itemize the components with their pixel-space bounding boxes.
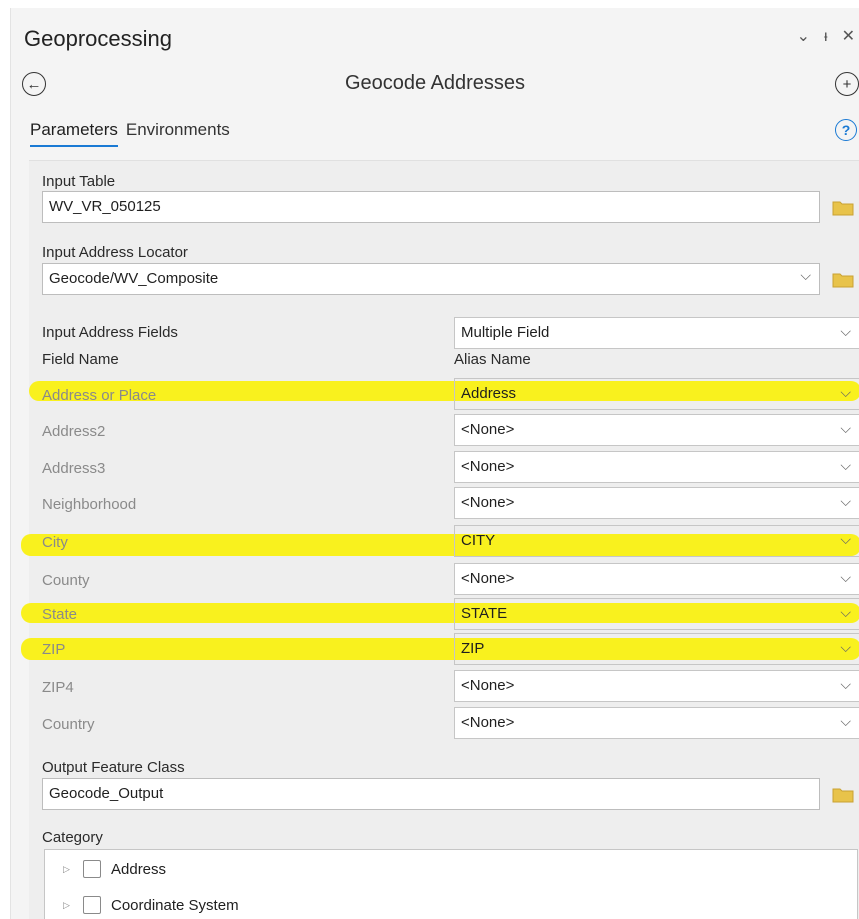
alias-value: Address: [461, 385, 517, 402]
alias-name-header: Alias Name: [454, 351, 531, 368]
tab-environments[interactable]: Environments: [126, 120, 230, 147]
field-name-county: County: [42, 572, 90, 589]
tab-bar: Parameters Environments: [30, 120, 230, 147]
alias-select-county[interactable]: <None> ⌵: [454, 563, 859, 595]
field-name-city: City: [42, 534, 68, 551]
field-name-address-or-place: Address or Place: [42, 387, 157, 404]
chevron-down-icon: ⌵: [840, 639, 851, 655]
locator-dropdown[interactable]: Geocode/WV_Composite: [42, 263, 820, 295]
input-table-field[interactable]: WV_VR_050125: [42, 191, 820, 223]
field-name-neighborhood: Neighborhood: [42, 496, 137, 513]
category-item-address[interactable]: ▷ Address: [63, 860, 166, 878]
browse-folder-icon[interactable]: [832, 272, 854, 288]
category-item-coordinate-system[interactable]: ▷ Coordinate System: [63, 896, 239, 914]
address-fields-value: Multiple Field: [461, 324, 550, 341]
chevron-down-icon: ⌵: [840, 323, 851, 339]
expand-triangle-icon[interactable]: ▷: [63, 900, 73, 911]
pin-icon[interactable]: ᵻ: [824, 28, 828, 46]
alias-select-address[interactable]: Address ⌵: [454, 378, 859, 410]
window-controls: ⌄ ᵻ ✕: [797, 28, 855, 46]
checkbox[interactable]: [83, 896, 101, 914]
alias-select-address2[interactable]: <None> ⌵: [454, 414, 859, 446]
alias-value: <None>: [461, 458, 515, 475]
alias-select-zip4[interactable]: <None> ⌵: [454, 670, 859, 702]
alias-value: <None>: [461, 570, 515, 587]
chevron-down-icon: ⌵: [840, 713, 851, 729]
output-field[interactable]: Geocode_Output: [42, 778, 820, 810]
alias-value: <None>: [461, 714, 515, 731]
field-name-header: Field Name: [42, 351, 119, 368]
alias-value: STATE: [461, 605, 508, 622]
add-plus-icon[interactable]: +: [835, 72, 859, 96]
expand-triangle-icon[interactable]: ▷: [63, 864, 73, 875]
browse-folder-icon[interactable]: [832, 200, 854, 216]
tab-parameters[interactable]: Parameters: [30, 120, 118, 147]
category-list: ▷ Address ▷ Coordinate System: [44, 849, 858, 919]
browse-folder-icon[interactable]: [832, 787, 854, 803]
input-table-label: Input Table: [42, 173, 116, 190]
field-name-address2: Address2: [42, 423, 106, 440]
close-icon[interactable]: ✕: [842, 28, 855, 46]
alias-value: <None>: [461, 421, 515, 438]
chevron-down-icon: ⌵: [840, 604, 851, 620]
output-label: Output Feature Class: [42, 759, 185, 776]
address-fields-dropdown[interactable]: Multiple Field ⌵: [454, 317, 859, 349]
parameters-panel: Input Table WV_VR_050125 Input Address L…: [21, 160, 859, 919]
field-name-country: Country: [42, 716, 95, 733]
locator-label: Input Address Locator: [42, 244, 188, 261]
alias-value: CITY: [461, 532, 496, 549]
alias-value: ZIP: [461, 640, 485, 657]
tool-header: ← Geocode Addresses +: [11, 70, 859, 102]
field-name-zip4: ZIP4: [42, 679, 74, 696]
chevron-down-icon: ⌵: [840, 420, 851, 436]
field-name-zip: ZIP: [42, 641, 66, 658]
chevron-down-icon: ⌵: [840, 493, 851, 509]
category-item-label: Coordinate System: [111, 896, 239, 914]
alias-value: <None>: [461, 494, 515, 511]
alias-value: <None>: [461, 677, 515, 694]
address-fields-label: Input Address Fields: [42, 324, 178, 341]
category-item-label: Address: [111, 860, 167, 878]
chevron-down-icon: ⌵: [840, 569, 851, 585]
pane-title: Geoprocessing: [24, 26, 172, 51]
help-icon[interactable]: ?: [835, 119, 857, 141]
chevron-down-icon: ⌵: [840, 457, 851, 473]
alias-select-city[interactable]: CITY ⌵: [454, 525, 859, 557]
alias-select-zip[interactable]: ZIP ⌵: [454, 633, 859, 665]
tool-title: Geocode Addresses: [344, 72, 526, 94]
chevron-down-icon: ⌵: [840, 384, 851, 400]
category-label: Category: [42, 829, 103, 846]
alias-select-country[interactable]: <None> ⌵: [454, 707, 859, 739]
chevron-down-icon: ⌵: [840, 676, 851, 692]
geoprocessing-pane: Geoprocessing ⌄ ᵻ ✕ ← Geocode Addresses …: [10, 8, 859, 919]
alias-select-address3[interactable]: <None> ⌵: [454, 451, 859, 483]
alias-select-state[interactable]: STATE ⌵: [454, 598, 859, 630]
pane-menu-chevron-icon[interactable]: ⌄: [797, 28, 810, 46]
chevron-down-icon: ⌵: [840, 531, 851, 547]
field-name-address3: Address3: [42, 460, 106, 477]
checkbox[interactable]: [83, 860, 101, 878]
field-name-state: State: [42, 606, 78, 623]
alias-select-neighborhood[interactable]: <None> ⌵: [454, 487, 859, 519]
